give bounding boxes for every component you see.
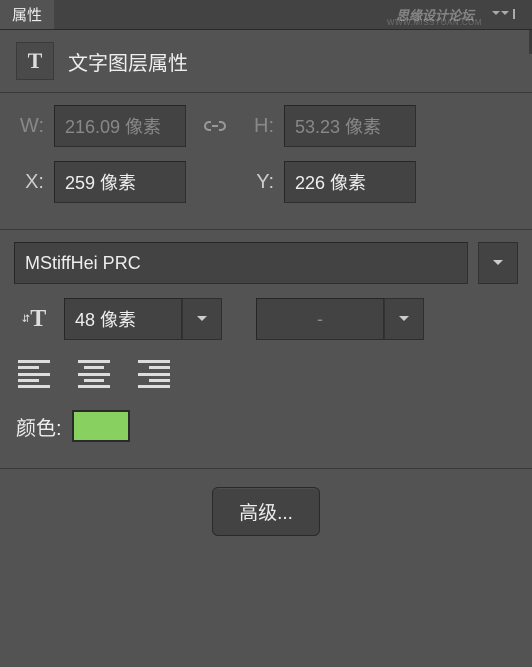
link-dimensions-icon[interactable] [196, 118, 234, 134]
watermark-url: WWW.MISSYUAN.COM [387, 18, 482, 27]
character-section: MStiffHei PRC ⇵T 48 像素 - 颜色: [0, 230, 532, 468]
align-left-button[interactable] [18, 360, 50, 388]
font-size-field[interactable]: 48 像素 [64, 298, 182, 340]
type-layer-icon: T [16, 42, 54, 80]
alignment-row [14, 354, 518, 406]
font-family-field[interactable]: MStiffHei PRC [14, 242, 468, 284]
font-size-dropdown-button[interactable] [182, 298, 222, 340]
font-size-icon: ⇵T [14, 306, 54, 333]
transform-section: W: 216.09 像素 H: 53.23 像素 X: 259 像素 Y: 22… [0, 93, 532, 229]
panel-tab-bar: 属性 思缘设计论坛 WWW.MISSYUAN.COM [0, 0, 532, 30]
font-family-dropdown-button[interactable] [478, 242, 518, 284]
panel-title: 文字图层属性 [68, 47, 188, 76]
width-label: W: [14, 115, 44, 138]
height-field[interactable]: 53.23 像素 [284, 105, 416, 147]
width-field[interactable]: 216.09 像素 [54, 105, 186, 147]
advanced-button[interactable]: 高级... [212, 487, 320, 536]
color-label: 颜色: [16, 412, 62, 441]
properties-tab[interactable]: 属性 [0, 0, 54, 29]
color-swatch[interactable] [72, 410, 130, 442]
x-label: X: [14, 171, 44, 194]
y-field[interactable]: 226 像素 [284, 161, 416, 203]
x-field[interactable]: 259 像素 [54, 161, 186, 203]
align-right-button[interactable] [138, 360, 170, 388]
panel-header: T 文字图层属性 [0, 30, 532, 92]
leading-field[interactable]: - [256, 298, 384, 340]
y-label: Y: [244, 171, 274, 194]
panel-flyout-button[interactable] [482, 4, 526, 24]
height-label: H: [244, 115, 274, 138]
leading-dropdown-button[interactable] [384, 298, 424, 340]
align-center-button[interactable] [78, 360, 110, 388]
